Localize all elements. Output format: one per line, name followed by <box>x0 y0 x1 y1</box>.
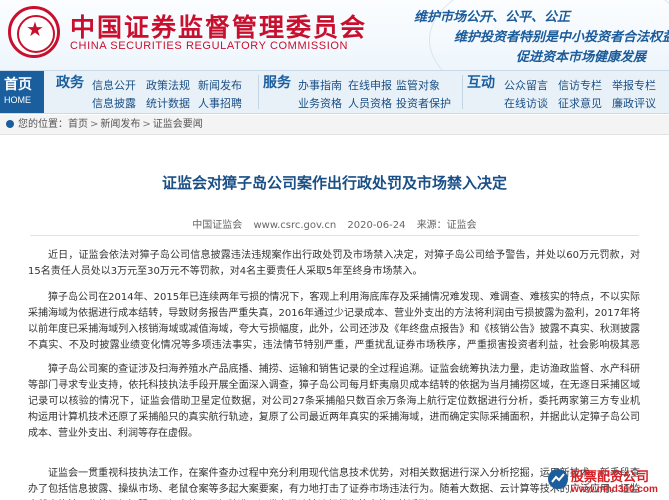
watermark-text: 股票配资公司 <box>571 470 650 485</box>
header-slogan-3: 促进资本市场健康发展 <box>516 50 647 65</box>
csrc-emblem-icon[interactable]: ★ <box>8 6 60 58</box>
nav-link-petitions[interactable]: 信访专栏 <box>558 77 602 93</box>
nav-link-policy-regulations[interactable]: 政策法规 <box>146 77 190 93</box>
article-date: 2020-06-24 <box>347 220 406 231</box>
nav-link-service-guide[interactable]: 办事指南 <box>298 77 342 93</box>
nav-link-public-messages[interactable]: 公众留言 <box>504 77 548 93</box>
nav-link-reports[interactable]: 举报专栏 <box>612 77 656 93</box>
article-origin: 来源：证监会 <box>416 220 477 231</box>
nav-divider <box>258 75 259 109</box>
breadcrumb-home[interactable]: 首页 <box>68 119 88 130</box>
breadcrumb-news-release[interactable]: 新闻发布 <box>100 119 140 130</box>
site-logo-chinese[interactable]: 中国证券监督管理委员会 <box>70 8 367 44</box>
main-navigation: 首页 HOME 政务 信息公开 政策法规 新闻发布 信息披露 统计数据 人事招聘… <box>0 70 669 114</box>
breadcrumb: 您的位置：首页 > 新闻发布 > 证监会要闻 <box>0 115 669 135</box>
nav-divider <box>462 75 463 109</box>
nav-link-investor-protection[interactable]: 投资者保护 <box>396 95 451 111</box>
article-url: www.csrc.gov.cn <box>253 220 337 231</box>
nav-section-interaction: 互动 <box>467 75 495 91</box>
article-title: 证监会对獐子岛公司案作出行政处罚及市场禁入决定 <box>161 174 507 192</box>
article-source: 中国证监会 <box>192 220 243 231</box>
nav-link-news-release[interactable]: 新闻发布 <box>198 77 242 93</box>
nav-link-online-filing[interactable]: 在线申报 <box>348 77 392 93</box>
meta-divider <box>30 235 639 236</box>
nav-link-recruitment[interactable]: 人事招聘 <box>198 95 242 111</box>
breadcrumb-csrc-news[interactable]: 证监会要闻 <box>153 119 203 130</box>
breadcrumb-separator: > <box>90 119 99 130</box>
article-paragraph-2: 獐子岛公司在2014年、2015年已连续两年亏损的情况下，客观上利用海底库存及采… <box>28 292 640 351</box>
watermark: 股票配资公司 www.mhd360.com <box>547 466 665 498</box>
article-paragraph-1: 近日，证监会依法对獐子岛公司信息披露违法违规案作出行政处罚及市场禁入决定，对獐子… <box>28 250 640 277</box>
location-pin-icon <box>6 120 14 128</box>
home-nav-button[interactable]: 首页 HOME <box>0 71 44 113</box>
site-header: ★ 中国证券监督管理委员会 CHINA SECURITIES REGULATOR… <box>0 0 669 70</box>
nav-link-info-disclosure[interactable]: 信息披露 <box>92 95 136 111</box>
home-label: 首页 <box>4 77 32 93</box>
nav-link-business-qualification[interactable]: 业务资格 <box>298 95 342 111</box>
header-slogan-2: 维护投资者特别是中小投资者合法权益 <box>454 30 669 45</box>
nav-link-personnel-qualification[interactable]: 人员资格 <box>348 95 392 111</box>
nav-section-service: 服务 <box>263 75 291 91</box>
nav-link-regulated-entities[interactable]: 监管对象 <box>396 77 440 93</box>
site-logo-english[interactable]: CHINA SECURITIES REGULATORY COMMISSION <box>70 40 348 52</box>
home-label-en: HOME <box>4 95 31 105</box>
nav-link-online-interview[interactable]: 在线访谈 <box>504 95 548 111</box>
breadcrumb-separator: > <box>142 119 151 130</box>
nav-link-solicit-opinions[interactable]: 征求意见 <box>558 95 602 111</box>
article-paragraph-3: 獐子岛公司案的查证涉及扫海养殖水产品底播、捕捞、运输和销售记录的全过程追溯。证监… <box>28 364 640 439</box>
breadcrumb-prefix: 您的位置： <box>18 119 68 130</box>
header-slogan-1: 维护市场公开、公平、公正 <box>414 10 571 25</box>
watermark-url: www.mhd360.com <box>571 484 658 495</box>
nav-section-government: 政务 <box>56 75 84 91</box>
nav-link-info-disclosure-public[interactable]: 信息公开 <box>92 77 136 93</box>
watermark-logo-icon <box>548 469 568 489</box>
nav-link-integrity-review[interactable]: 廉政评议 <box>612 95 656 111</box>
article-meta: 中国证监会 www.csrc.gov.cn 2020-06-24 来源：证监会 <box>0 216 669 231</box>
nav-link-statistics[interactable]: 统计数据 <box>146 95 190 111</box>
